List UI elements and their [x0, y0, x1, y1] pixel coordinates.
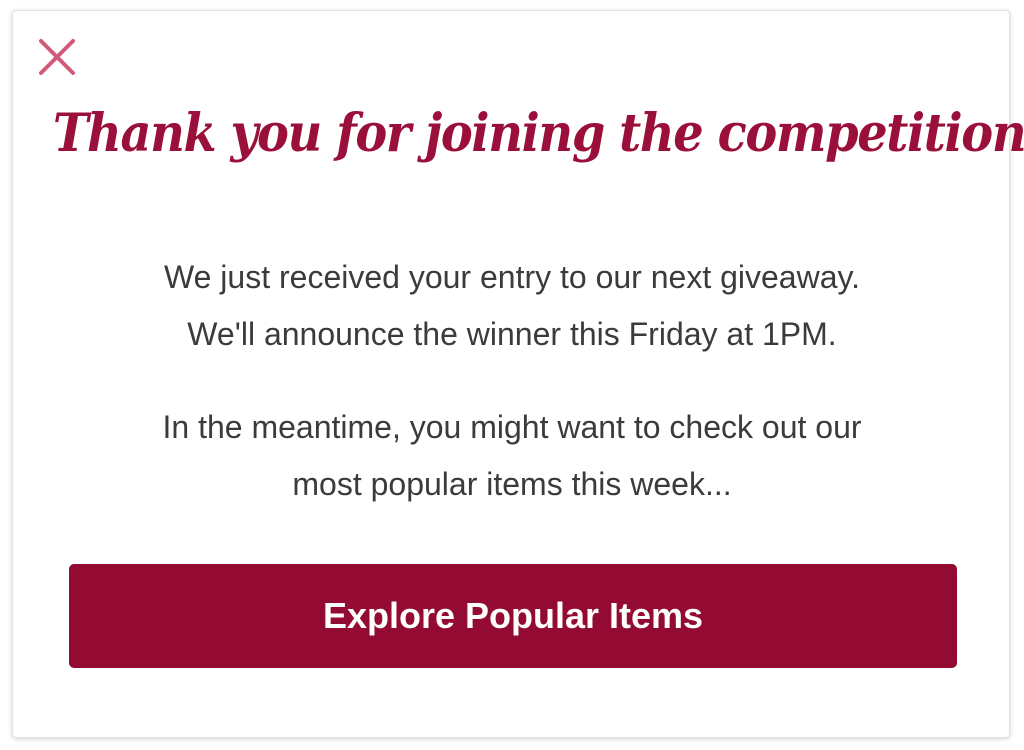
confirmation-modal: Thank you for joining the competition! W… [12, 10, 1024, 738]
suggestion-line-2: most popular items this week... [292, 466, 732, 502]
entry-confirmation-line-2: We'll announce the winner this Friday at… [187, 316, 837, 352]
modal-title: Thank you for joining the competition! [52, 103, 1024, 164]
close-icon[interactable] [37, 37, 77, 77]
suggestion-line-1: In the meantime, you might want to check… [162, 409, 862, 445]
entry-confirmation-line-1: We just received your entry to our next … [163, 259, 861, 295]
entry-confirmation-text: We just received your entry to our next … [53, 249, 971, 363]
explore-popular-items-button[interactable]: Explore Popular Items [69, 564, 957, 668]
suggestion-text: In the meantime, you might want to check… [53, 399, 971, 513]
